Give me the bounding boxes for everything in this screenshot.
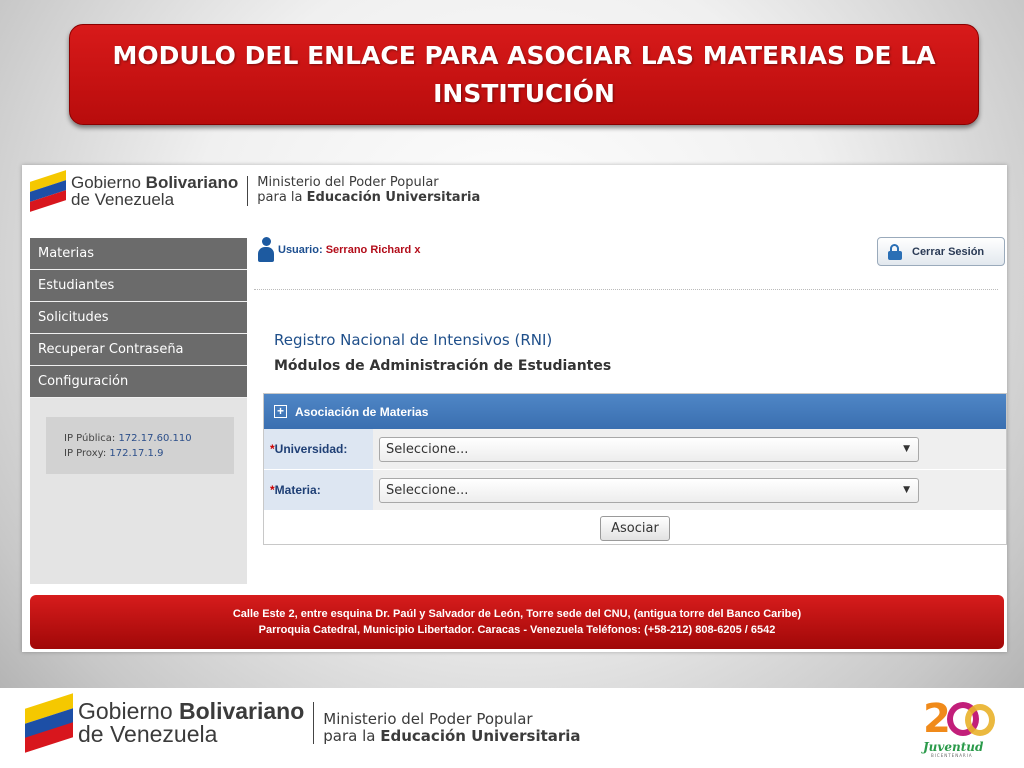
app-screenshot: Gobierno Bolivariano de Venezuela Minist… xyxy=(22,165,1007,652)
slide-title-line2: INSTITUCIÓN xyxy=(433,79,615,108)
ip-proxy-value: 172.17.1.9 xyxy=(109,448,164,459)
gobierno-logo-text: Gobierno Bolivariano de Venezuela xyxy=(78,698,305,747)
app-footer: Calle Este 2, entre esquina Dr. Paúl y S… xyxy=(30,595,1004,649)
panel-header[interactable]: + Asociación de Materias xyxy=(264,394,1006,429)
sidebar: Materias Estudiantes Solicitudes Recuper… xyxy=(30,238,247,584)
page-title: Registro Nacional de Intensivos (RNI) xyxy=(274,331,553,349)
ministerio-logo-text: Ministerio del Poder Popular para la Edu… xyxy=(323,709,581,745)
dropdown-arrow-icon: ▼ xyxy=(903,444,910,454)
unlock-icon xyxy=(888,243,902,260)
panel-title: Asociación de Materias xyxy=(295,404,429,419)
materia-row: * Materia: Seleccione... ▼ xyxy=(264,470,1006,511)
slide-title: MODULO DEL ENLACE PARA ASOCIAR LAS MATER… xyxy=(69,24,979,125)
user-name: Serrano Richard x xyxy=(325,244,421,256)
divider xyxy=(254,289,998,290)
user-info: Usuario: Serrano Richard x xyxy=(278,244,421,256)
footer-logo: Gobierno Bolivariano de Venezuela Minist… xyxy=(25,693,581,753)
dropdown-arrow-icon: ▼ xyxy=(903,485,910,495)
universidad-row: * Universidad: Seleccione... ▼ xyxy=(264,429,1006,470)
ip-info-box: IP Pública: 172.17.60.110 IP Proxy: 172.… xyxy=(46,417,234,474)
expand-plus-icon[interactable]: + xyxy=(274,405,287,418)
logo-divider xyxy=(247,176,249,206)
sidebar-item-configuracion[interactable]: Configuración xyxy=(30,366,247,398)
materia-select[interactable]: Seleccione... ▼ xyxy=(379,477,919,503)
gobierno-logo-text: Gobierno Bolivariano de Venezuela xyxy=(71,173,239,209)
sidebar-item-solicitudes[interactable]: Solicitudes xyxy=(30,302,247,334)
venezuela-flag-icon xyxy=(25,693,73,753)
sidebar-item-estudiantes[interactable]: Estudiantes xyxy=(30,270,247,302)
footer-address-line2: Parroquia Catedral, Municipio Libertador… xyxy=(258,624,776,636)
materia-label: * Materia: xyxy=(264,470,373,510)
ip-public-value: 172.17.60.110 xyxy=(118,433,192,444)
universidad-select[interactable]: Seleccione... ▼ xyxy=(379,436,919,462)
juventud-bicentenaria-logo: 2 Juventud BICENTENARIA xyxy=(921,696,1003,760)
logout-button[interactable]: Cerrar Sesión xyxy=(877,237,1005,266)
sidebar-item-materias[interactable]: Materias xyxy=(30,238,247,270)
header-logo: Gobierno Bolivariano de Venezuela Minist… xyxy=(30,170,481,212)
asociar-button[interactable]: Asociar xyxy=(600,516,670,541)
slide-title-line1: MODULO DEL ENLACE PARA ASOCIAR LAS MATER… xyxy=(112,41,936,70)
slide-footer: Gobierno Bolivariano de Venezuela Minist… xyxy=(0,688,1024,768)
universidad-label: * Universidad: xyxy=(264,429,373,469)
asociacion-materias-panel: + Asociación de Materias * Universidad: S… xyxy=(263,393,1007,545)
sidebar-item-recuperar-contrasena[interactable]: Recuperar Contraseña xyxy=(30,334,247,366)
logout-label: Cerrar Sesión xyxy=(912,245,985,258)
venezuela-flag-icon xyxy=(30,170,66,212)
ministerio-logo-text: Ministerio del Poder Popular para la Edu… xyxy=(257,175,481,205)
page-subtitle: Módulos de Administración de Estudiantes xyxy=(274,358,612,374)
footer-address-line1: Calle Este 2, entre esquina Dr. Paúl y S… xyxy=(232,608,802,620)
logo-divider xyxy=(313,702,315,744)
user-icon xyxy=(258,237,274,263)
